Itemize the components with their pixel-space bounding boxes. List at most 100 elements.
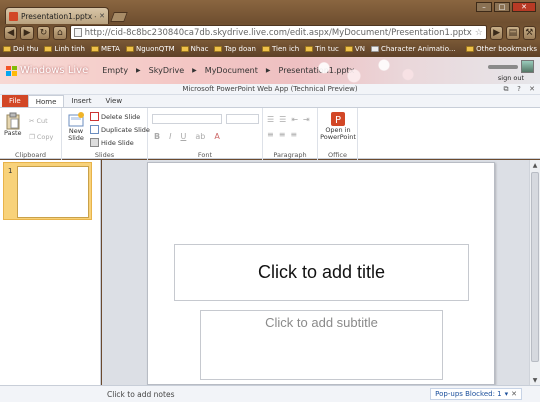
font-color-button[interactable]: A <box>214 132 219 141</box>
strikethrough-icon[interactable]: ab <box>195 132 205 141</box>
italic-button[interactable]: I <box>169 132 171 141</box>
other-bookmarks[interactable]: Other bookmarks <box>466 45 537 53</box>
chevron-right-icon: ▶ <box>192 67 197 74</box>
browser-tab[interactable]: Presentation1.pptx - Micr... ✕ <box>5 7 109 24</box>
reload-button[interactable]: ↻ <box>36 25 51 40</box>
bookmark-folder[interactable]: VN <box>344 45 365 53</box>
scroll-up-icon[interactable]: ▲ <box>530 160 540 170</box>
bold-button[interactable]: B <box>154 132 160 141</box>
cut-button[interactable]: ✂ Cut <box>29 117 48 125</box>
popout-icon[interactable]: ⧉ <box>502 85 510 93</box>
folder-icon <box>180 46 189 52</box>
account-area: sign out <box>488 60 534 82</box>
chevron-right-icon: ▶ <box>265 67 271 74</box>
avatar[interactable] <box>521 60 534 73</box>
open-in-powerpoint-button[interactable]: P Open in PowerPoint <box>320 111 356 141</box>
slide-thumbnail[interactable] <box>17 166 89 218</box>
vertical-scrollbar[interactable]: ▲ ▼ <box>529 160 540 385</box>
folder-icon <box>3 46 11 52</box>
address-bar[interactable]: http://cid-8c8bc230840ca7db.skydrive.liv… <box>69 25 487 40</box>
tab-file[interactable]: File <box>2 95 28 107</box>
increase-indent-icon[interactable]: ⇥ <box>303 115 310 124</box>
close-icon[interactable]: ✕ <box>511 390 517 398</box>
wrench-icon: ⚒ <box>525 27 534 38</box>
notes-placeholder[interactable]: Click to add notes <box>107 390 174 399</box>
font-size-select[interactable] <box>226 114 259 124</box>
folder-icon <box>344 46 353 52</box>
forward-button[interactable]: ▶ <box>20 25 34 40</box>
sign-out-link[interactable]: sign out <box>498 74 524 82</box>
paste-button[interactable]: Paste <box>4 112 22 137</box>
back-button[interactable]: ◀ <box>4 25 18 40</box>
font-family-select[interactable] <box>152 114 222 124</box>
delete-slide-icon <box>90 112 99 121</box>
windows-live-logo[interactable]: Windows Live <box>6 65 88 76</box>
breadcrumb-empty[interactable]: Empty <box>102 66 128 75</box>
folder-icon <box>261 46 270 52</box>
chevron-down-icon: ▾ <box>504 390 509 398</box>
align-left-icon[interactable]: ≡ <box>267 130 274 139</box>
url-text[interactable]: http://cid-8c8bc230840ca7db.skydrive.liv… <box>85 28 472 38</box>
bookmark-star-icon[interactable]: ☆ <box>475 28 483 38</box>
close-tab-icon[interactable]: ✕ <box>99 12 105 20</box>
page-menu-button[interactable]: ▤ <box>506 25 520 40</box>
scrollbar-thumb[interactable] <box>531 172 539 362</box>
align-right-icon[interactable]: ≡ <box>290 130 297 139</box>
bookmark-folder[interactable]: META <box>90 45 120 53</box>
forward-arrow-icon: ▶ <box>23 27 31 38</box>
help-icon[interactable]: ? <box>515 85 523 93</box>
ribbon: Paste ✂ Cut ❐ Copy Clipboard New Slide Del… <box>0 107 540 160</box>
username-redacted[interactable] <box>488 64 518 69</box>
bullets-icon[interactable]: ☰ <box>267 115 274 124</box>
copy-button[interactable]: ❐ Copy <box>29 133 53 141</box>
minimize-button[interactable]: – <box>476 2 492 12</box>
office-group: P Open in PowerPoint Office <box>318 108 358 160</box>
underline-button[interactable]: U <box>180 132 186 141</box>
close-window-button[interactable]: ✕ <box>512 2 536 12</box>
cherry-blossom-decoration <box>300 57 420 84</box>
popups-blocked-notice[interactable]: Pop-ups Blocked: 1 ▾ ✕ <box>430 388 522 400</box>
bookmark-folder[interactable]: Nhac <box>180 45 208 53</box>
group-label: Paragraph <box>273 151 307 159</box>
slide-canvas: Click to add title Click to add subtitle <box>147 162 495 385</box>
bookmark-folder[interactable]: Tien ich <box>261 45 299 53</box>
app-title: Microsoft PowerPoint Web App (Technical … <box>182 85 358 93</box>
scroll-down-icon[interactable]: ▼ <box>530 375 540 385</box>
align-center-icon[interactable]: ≡ <box>279 130 286 139</box>
group-label: Font <box>197 151 213 159</box>
hide-slide-button[interactable]: Hide Slide <box>90 138 134 147</box>
bookmark-link[interactable]: Character Animatio... <box>370 45 456 53</box>
tools-menu-button[interactable]: ⚒ <box>522 25 536 40</box>
new-slide-button[interactable]: New Slide <box>66 112 86 142</box>
back-arrow-icon: ◀ <box>7 27 15 38</box>
slide-thumbnail-selected[interactable]: 1 <box>3 162 92 220</box>
new-tab-button[interactable] <box>110 12 128 22</box>
bookmark-folder[interactable]: NguonQTM <box>125 45 175 53</box>
play-icon: ▶ <box>493 27 500 38</box>
breadcrumb-mydocument[interactable]: MyDocument <box>205 66 258 75</box>
copy-icon: ❐ <box>29 133 35 141</box>
paragraph-group: ☰ ☰ ⇤ ⇥ ≡ ≡ ≡ Paragraph <box>263 108 318 160</box>
bookmark-folder[interactable]: Tin tuc <box>305 45 339 53</box>
home-button[interactable]: ⌂ <box>53 25 67 40</box>
close-icon[interactable]: ✕ <box>528 85 536 93</box>
home-icon: ⌂ <box>57 27 63 38</box>
numbering-icon[interactable]: ☰ <box>279 115 286 124</box>
bookmark-folder[interactable]: Linh tinh <box>44 45 85 53</box>
bookmark-folder[interactable]: Tap doan <box>214 45 256 53</box>
breadcrumb-skydrive[interactable]: SkyDrive <box>149 66 185 75</box>
tab-home[interactable]: Home <box>27 95 65 107</box>
tab-view[interactable]: View <box>98 95 129 107</box>
powerpoint-favicon-icon <box>9 11 18 21</box>
subtitle-placeholder[interactable]: Click to add subtitle <box>200 310 443 380</box>
tab-insert[interactable]: Insert <box>64 95 98 107</box>
bookmark-folder[interactable]: Doi thu <box>3 45 38 53</box>
delete-slide-button[interactable]: Delete Slide <box>90 112 140 121</box>
title-placeholder[interactable]: Click to add title <box>174 244 469 301</box>
duplicate-slide-button[interactable]: Duplicate Slide <box>90 125 150 134</box>
folder-icon <box>125 46 134 52</box>
go-button[interactable]: ▶ <box>489 25 504 40</box>
maximize-button[interactable]: □ <box>494 2 510 12</box>
decrease-indent-icon[interactable]: ⇤ <box>291 115 298 124</box>
slide-editing-area: Click to add title Click to add subtitle <box>102 160 529 385</box>
